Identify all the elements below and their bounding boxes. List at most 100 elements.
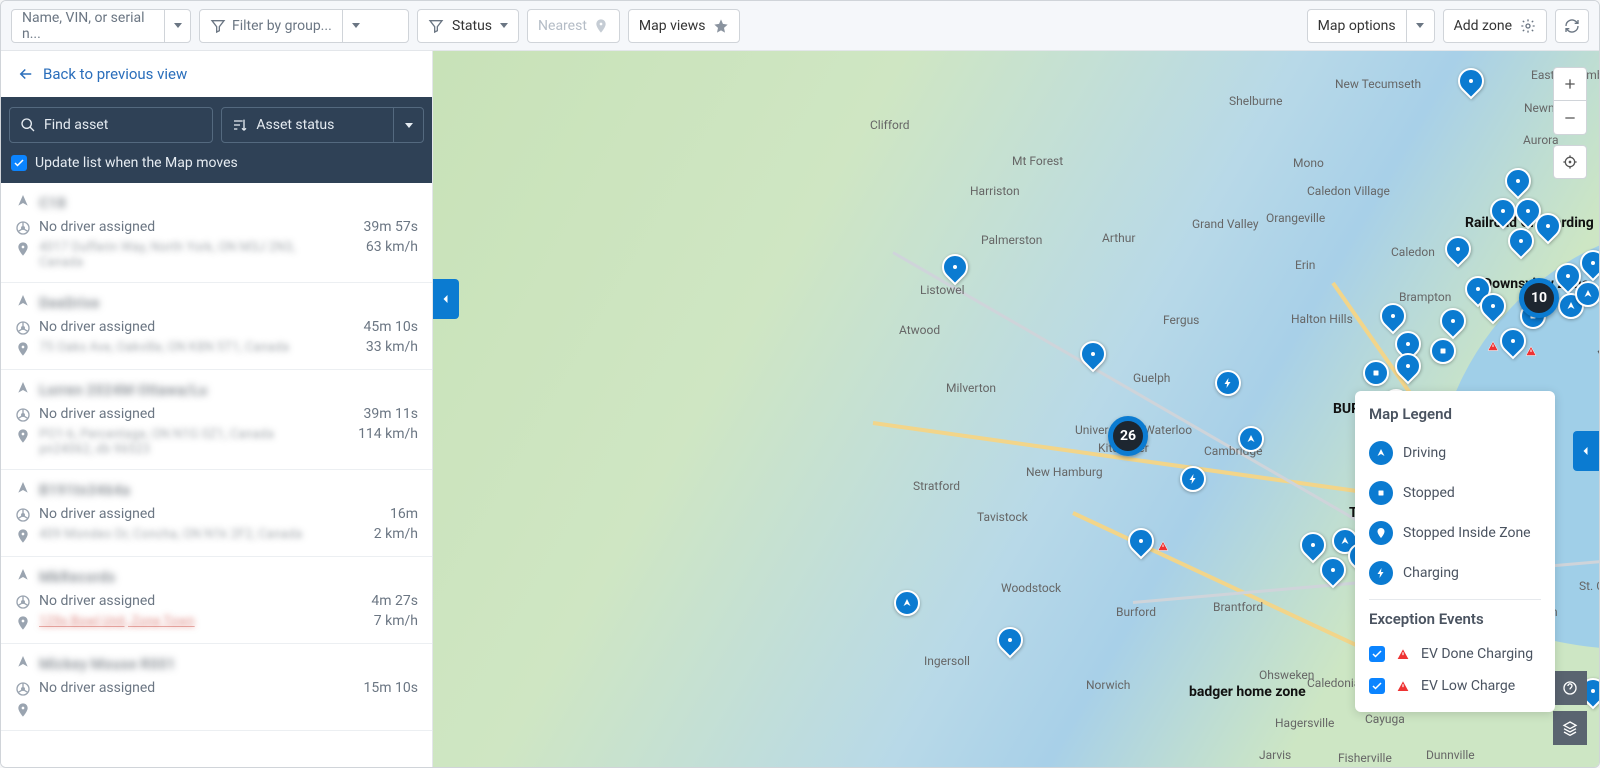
map-pin[interactable]: [1500, 328, 1526, 354]
refresh-button[interactable]: [1555, 9, 1589, 43]
legend-item: Stopped Inside Zone: [1369, 513, 1541, 553]
map-options-dropdown[interactable]: Map options: [1307, 9, 1435, 43]
zoom-out-button[interactable]: [1553, 101, 1587, 135]
legend-exception-item[interactable]: EV Low Charge: [1369, 670, 1541, 702]
map-pin[interactable]: [1490, 198, 1516, 224]
city-label: Tavistock: [977, 510, 1028, 524]
pin-icon: [593, 18, 609, 34]
city-label: Mono: [1293, 156, 1324, 170]
cluster-marker[interactable]: 26: [1108, 416, 1148, 456]
update-list-checkbox[interactable]: Update list when the Map moves: [9, 151, 424, 175]
map-pin[interactable]: [1080, 341, 1106, 367]
map-pin[interactable]: [1535, 213, 1561, 239]
city-label: Caledon: [1391, 245, 1435, 259]
city-label: Mt Forest: [1012, 154, 1063, 168]
map-pin[interactable]: [1440, 308, 1466, 334]
group-filter-dropdown[interactable]: Filter by group...: [199, 9, 409, 43]
asset-item[interactable]: C18 No driver assigned 4017 Dufferin Way…: [1, 183, 432, 283]
add-zone-button[interactable]: Add zone: [1443, 9, 1547, 43]
map-pin[interactable]: [942, 254, 968, 280]
map-pin[interactable]: [1508, 228, 1534, 254]
map-pin[interactable]: [1180, 466, 1206, 492]
layers-button[interactable]: [1553, 711, 1587, 745]
asset-item[interactable]: B191tn3464a No driver assigned 409 Monde…: [1, 470, 432, 557]
driver-label: No driver assigned: [39, 219, 155, 235]
nearest-button[interactable]: Nearest: [527, 9, 620, 43]
asset-address: PO1-6, Percentage, ON N1G 0Z1, Canada pn…: [39, 427, 330, 457]
map-pin[interactable]: [1363, 360, 1389, 386]
asset-status-dropdown[interactable]: Asset status: [221, 107, 424, 143]
city-label: Dunnville: [1426, 748, 1475, 762]
map-pin[interactable]: [1320, 557, 1346, 583]
driver-label: No driver assigned: [39, 406, 155, 422]
map-views-button[interactable]: Map views: [628, 9, 741, 43]
legend-label: Stopped Inside Zone: [1403, 525, 1531, 541]
cluster-marker[interactable]: 10: [1519, 278, 1559, 318]
asset-item[interactable]: Lorren 2024M Ottawa/Lu No driver assigne…: [1, 370, 432, 470]
map-pin[interactable]: [1395, 353, 1421, 379]
legend-item: Driving: [1369, 433, 1541, 473]
city-label: Guelph: [1133, 371, 1170, 385]
map-pin[interactable]: [1380, 303, 1406, 329]
driver-label: No driver assigned: [39, 506, 155, 522]
city-label: Grand Valley: [1192, 217, 1259, 231]
chevron-down-icon[interactable]: [393, 108, 423, 142]
status-dropdown[interactable]: Status: [417, 9, 519, 43]
legend-icon: [1369, 561, 1393, 585]
city-label: Listowel: [920, 283, 965, 297]
city-label: Milverton: [946, 381, 996, 395]
alert-triangle-icon[interactable]: [1524, 345, 1538, 357]
legend-icon: [1369, 521, 1393, 545]
search-placeholder: Name, VIN, or serial n...: [22, 10, 154, 42]
map-pin[interactable]: [1445, 236, 1471, 262]
city-label: Clifford: [870, 118, 910, 132]
locate-button[interactable]: [1553, 145, 1587, 179]
map-pin[interactable]: [1580, 250, 1599, 276]
find-asset-button[interactable]: Find asset: [9, 107, 213, 143]
collapse-sidebar-tab[interactable]: [433, 279, 459, 319]
help-button[interactable]: [1553, 671, 1587, 705]
minus-icon: [1562, 110, 1578, 126]
chevron-down-icon[interactable]: [1406, 10, 1434, 42]
asset-item[interactable]: Mickey Mouse R001 No driver assigned 15m…: [1, 644, 432, 731]
map-pin[interactable]: [1128, 528, 1154, 554]
map-pin[interactable]: [1480, 293, 1506, 319]
alert-triangle-icon[interactable]: [1486, 340, 1500, 352]
checkbox-checked-icon: [1369, 678, 1385, 694]
asset-item[interactable]: DeeDrive No driver assigned 75 Oaks Ave,…: [1, 283, 432, 370]
asset-item[interactable]: MkRecords No driver assigned 129x Bowl U…: [1, 557, 432, 644]
legend-exception-item[interactable]: EV Done Charging: [1369, 638, 1541, 670]
map-pin[interactable]: [1215, 370, 1241, 396]
map-zoom-controls: [1553, 67, 1587, 179]
back-link[interactable]: Back to previous view: [17, 65, 416, 83]
search-asset-dropdown[interactable]: Name, VIN, or serial n...: [11, 9, 191, 43]
map-pin[interactable]: [1458, 68, 1484, 94]
heading-arrow-icon: [15, 193, 31, 213]
map-pin[interactable]: [1505, 168, 1531, 194]
asset-time: 15m 10s: [338, 680, 418, 696]
legend-label: Stopped: [1403, 485, 1455, 501]
chevron-down-icon: [500, 23, 508, 28]
map-pin[interactable]: [1430, 338, 1456, 364]
city-label: New Hamburg: [1026, 465, 1103, 479]
map-pin[interactable]: [1238, 426, 1264, 452]
map-pin[interactable]: [1300, 532, 1326, 558]
map-pin[interactable]: [894, 590, 920, 616]
heading-arrow-icon: [15, 654, 31, 674]
map-canvas[interactable]: ShelburneMt ForestMonoGrand ValleyOrange…: [433, 51, 1599, 767]
asset-list: C18 No driver assigned 4017 Dufferin Way…: [1, 183, 432, 767]
chevron-down-icon[interactable]: [164, 10, 190, 42]
city-label: Jarvis: [1259, 748, 1291, 762]
map-pin[interactable]: [997, 627, 1023, 653]
zoom-in-button[interactable]: [1553, 67, 1587, 101]
chevron-left-icon: [440, 293, 452, 305]
city-label: Caledonia: [1307, 676, 1360, 690]
alert-triangle-icon[interactable]: [1156, 540, 1170, 552]
chevron-down-icon[interactable]: [342, 10, 370, 42]
map-pin[interactable]: [1575, 281, 1599, 307]
city-label: Norwich: [1086, 678, 1130, 692]
collapse-legend-tab[interactable]: [1573, 431, 1599, 471]
asset-speed: 63 km/h: [338, 239, 418, 255]
city-label: Brantford: [1213, 600, 1263, 614]
city-label: Fisherville: [1338, 751, 1392, 765]
